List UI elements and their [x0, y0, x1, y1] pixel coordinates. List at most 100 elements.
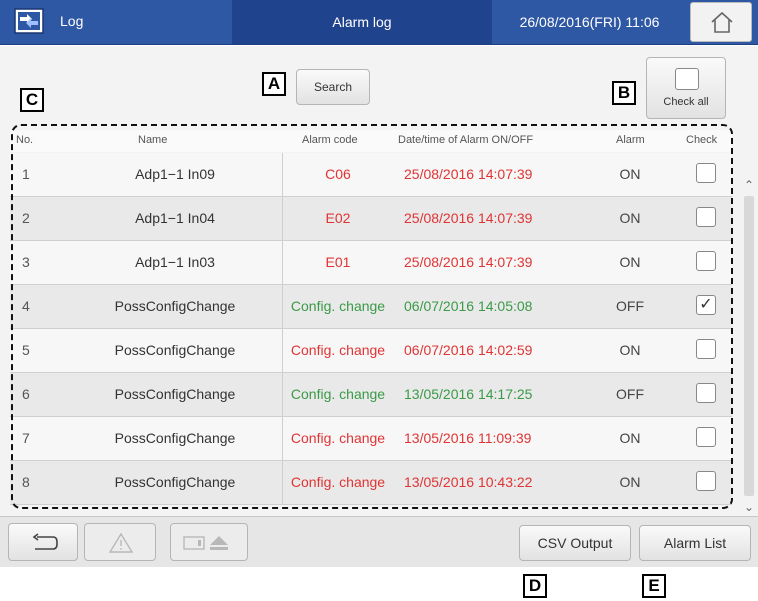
row-datetime: 06/07/2016 14:02:59 — [404, 342, 533, 358]
row-name: PossConfigChange — [114, 430, 236, 446]
row-checkbox[interactable] — [696, 207, 716, 227]
row-no: 6 — [22, 386, 30, 402]
column-divider — [282, 285, 283, 328]
table-row[interactable]: 8 PossConfigChange Config. change 13/05/… — [10, 461, 732, 505]
row-alarm-code: Config. change — [290, 342, 386, 358]
row-alarm-status: ON — [619, 166, 641, 182]
row-no: 4 — [22, 298, 30, 314]
csv-output-button[interactable]: CSV Output — [519, 525, 631, 561]
home-icon — [711, 11, 733, 33]
row-datetime: 13/05/2016 10:43:22 — [404, 474, 533, 490]
row-name: PossConfigChange — [114, 342, 236, 358]
row-name: Adp1−1 In09 — [135, 166, 215, 182]
table-row[interactable]: 7 PossConfigChange Config. change 13/05/… — [10, 417, 732, 461]
log-app-icon — [14, 8, 44, 34]
row-alarm-status: ON — [619, 430, 641, 446]
row-alarm-status: ON — [619, 254, 641, 270]
column-divider — [282, 329, 283, 372]
title-bar: Log Alarm log 26/08/2016(FRI) 11:06 — [0, 0, 758, 45]
row-alarm-status: ON — [619, 210, 641, 226]
row-no: 5 — [22, 342, 30, 358]
callout-c: C — [20, 88, 44, 112]
column-divider — [282, 197, 283, 240]
row-datetime: 25/08/2016 14:07:39 — [404, 210, 533, 226]
header-no: No. — [16, 134, 34, 146]
back-button[interactable] — [8, 523, 78, 561]
callout-a: A — [262, 72, 286, 96]
table-row[interactable]: 3 Adp1−1 In03 E01 25/08/2016 14:07:39 ON — [10, 241, 732, 285]
bottom-toolbar: CSV Output Alarm List — [0, 516, 758, 567]
row-no: 2 — [22, 210, 30, 226]
check-all-checkbox — [675, 68, 699, 90]
row-checkbox[interactable] — [696, 251, 716, 271]
row-checkbox[interactable] — [696, 163, 716, 183]
header-datetime: Date/time of Alarm ON/OFF — [398, 134, 534, 146]
row-no: 3 — [22, 254, 30, 270]
row-no: 1 — [22, 166, 30, 182]
callout-e: E — [642, 574, 666, 598]
row-no: 7 — [22, 430, 30, 446]
row-checkbox[interactable] — [696, 339, 716, 359]
row-alarm-code: Config. change — [290, 430, 386, 446]
row-datetime: 25/08/2016 14:07:39 — [404, 166, 533, 182]
warning-icon — [108, 532, 134, 553]
alarm-warning-button[interactable] — [84, 523, 156, 561]
search-button[interactable]: Search — [296, 69, 370, 105]
row-name: Adp1−1 In03 — [135, 254, 215, 270]
row-name: PossConfigChange — [114, 474, 236, 490]
row-checkbox[interactable]: ✓ — [696, 295, 716, 315]
row-alarm-status: ON — [619, 342, 641, 358]
callout-b: B — [612, 81, 636, 105]
row-alarm-code: E02 — [325, 210, 351, 226]
check-all-label: Check all — [663, 96, 709, 108]
home-button[interactable] — [690, 2, 752, 42]
scroll-down-icon[interactable]: ⌄ — [742, 500, 756, 514]
header-alarm: Alarm — [616, 134, 645, 146]
header-name: Name — [138, 134, 168, 146]
table-row[interactable]: 2 Adp1−1 In04 E02 25/08/2016 14:07:39 ON — [10, 197, 732, 241]
row-alarm-code: E01 — [325, 254, 351, 270]
row-alarm-status: ON — [619, 474, 641, 490]
row-alarm-code: Config. change — [290, 386, 386, 402]
back-arrow-icon — [32, 533, 58, 550]
row-no: 8 — [22, 474, 30, 490]
row-alarm-code: C06 — [325, 166, 351, 182]
table-scrollbar[interactable]: ⌃ ⌄ — [742, 178, 756, 518]
row-alarm-status: OFF — [616, 386, 644, 402]
scroll-track[interactable] — [744, 196, 754, 496]
table-row[interactable]: 6 PossConfigChange Config. change 13/05/… — [10, 373, 732, 417]
column-divider — [282, 461, 283, 504]
sd-card-eject-icon — [183, 536, 228, 550]
row-datetime: 25/08/2016 14:07:39 — [404, 254, 533, 270]
row-alarm-status: OFF — [616, 298, 644, 314]
column-divider — [282, 241, 283, 284]
column-divider — [282, 373, 283, 416]
table-row[interactable]: 4 PossConfigChange Config. change 06/07/… — [10, 285, 732, 329]
row-datetime: 13/05/2016 11:09:39 — [404, 430, 532, 446]
row-name: Adp1−1 In04 — [135, 210, 215, 226]
row-datetime: 06/07/2016 14:05:08 — [404, 298, 533, 314]
check-all-button[interactable]: Check all — [646, 57, 726, 119]
scroll-up-icon[interactable]: ⌃ — [742, 178, 756, 192]
row-name: PossConfigChange — [114, 386, 236, 402]
datetime-display: 26/08/2016(FRI) 11:06 — [519, 14, 660, 30]
row-checkbox[interactable] — [696, 427, 716, 447]
table-row[interactable]: 1 Adp1−1 In09 C06 25/08/2016 14:07:39 ON — [10, 153, 732, 197]
callout-d: D — [523, 574, 547, 598]
column-divider — [282, 417, 283, 460]
row-name: PossConfigChange — [114, 298, 236, 314]
column-divider — [282, 153, 283, 196]
row-checkbox[interactable] — [696, 383, 716, 403]
row-checkbox[interactable] — [696, 471, 716, 491]
alarm-list-button[interactable]: Alarm List — [639, 525, 751, 561]
row-alarm-code: Config. change — [290, 474, 386, 490]
header-alarm-code: Alarm code — [302, 134, 358, 146]
table-header: No. Name Alarm code Date/time of Alarm O… — [10, 130, 732, 152]
table-row[interactable]: 5 PossConfigChange Config. change 06/07/… — [10, 329, 732, 373]
header-check: Check — [686, 134, 718, 146]
row-datetime: 13/05/2016 14:17:25 — [404, 386, 533, 402]
eject-media-button[interactable] — [170, 523, 248, 561]
log-label: Log — [60, 13, 84, 29]
screen-title: Alarm log — [232, 0, 492, 44]
row-alarm-code: Config. change — [290, 298, 386, 314]
